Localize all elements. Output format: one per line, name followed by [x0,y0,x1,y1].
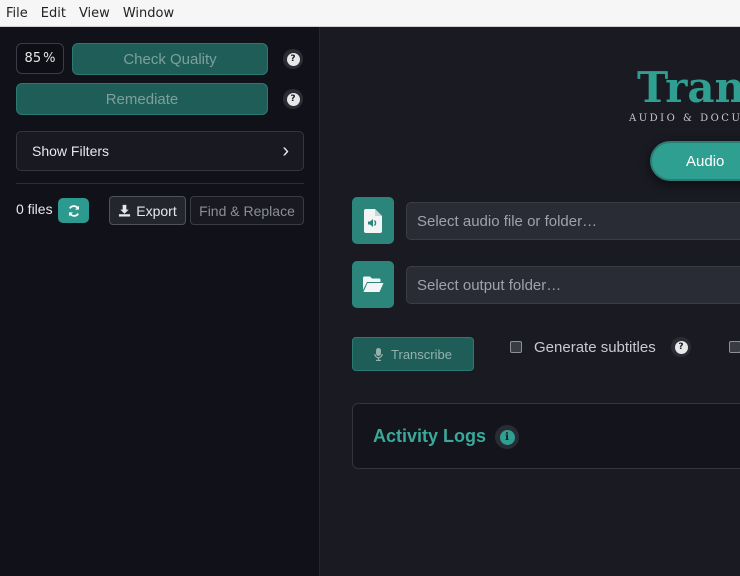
generate-subtitles-checkbox[interactable] [510,341,522,353]
transcribe-button[interactable]: Transcribe [352,337,474,371]
transcribe-label: Transcribe [391,346,452,362]
app-title: Trans [637,63,740,112]
output-folder-input[interactable]: Select output folder… [406,266,740,304]
check-quality-help-icon[interactable]: ? [283,49,303,69]
audio-file-icon [364,208,382,233]
show-filters-toggle[interactable]: Show Filters › [16,131,304,171]
remediate-button[interactable]: Remediate [16,83,268,115]
menu-file[interactable]: File [6,6,28,21]
folder-open-icon [363,276,384,292]
app-subtitle: AUDIO & DOCUM [629,113,740,124]
audio-file-placeholder: Select audio file or folder… [417,212,598,230]
chevron-right-icon: › [282,140,289,162]
menu-view[interactable]: View [79,6,110,21]
audio-file-input[interactable]: Select audio file or folder… [406,202,740,240]
activity-logs-panel: Activity Logs i [352,403,740,469]
activity-logs-title: Activity Logs [373,426,487,446]
check-quality-button[interactable]: Check Quality [72,43,268,75]
output-folder-placeholder: Select output folder… [417,276,562,294]
microphone-icon [374,347,383,361]
generate-subtitles-help-icon[interactable]: ? [671,337,691,357]
export-label: Export [136,202,177,219]
file-count: 0 files [16,201,53,217]
find-replace-button[interactable]: Find & Replace [190,196,304,225]
info-icon[interactable]: i [495,425,519,449]
menu-edit[interactable]: Edit [41,6,66,21]
second-option-checkbox[interactable] [729,341,740,353]
menu-window[interactable]: Window [123,6,174,21]
mode-toggle-audio[interactable]: Audio [650,141,740,181]
refresh-button[interactable] [58,198,89,223]
main-panel: Trans AUDIO & DOCUM Audio Select audio f… [320,27,740,576]
sidebar: 85 % Check Quality ? Remediate ? Show Fi… [0,27,320,576]
download-icon [119,204,131,217]
menu-bar: File Edit View Window [0,0,740,27]
select-output-button[interactable] [352,261,394,308]
sidebar-divider [16,183,304,184]
quality-threshold-value: 85 [24,51,42,66]
quality-threshold-unit: % [43,51,56,66]
generate-subtitles-label: Generate subtitles [534,339,656,356]
quality-threshold-input[interactable]: 85 % [16,43,64,74]
select-audio-button[interactable] [352,197,394,244]
refresh-icon [68,204,79,217]
remediate-help-icon[interactable]: ? [283,89,303,109]
export-button[interactable]: Export [109,196,186,225]
show-filters-label: Show Filters [32,143,110,159]
